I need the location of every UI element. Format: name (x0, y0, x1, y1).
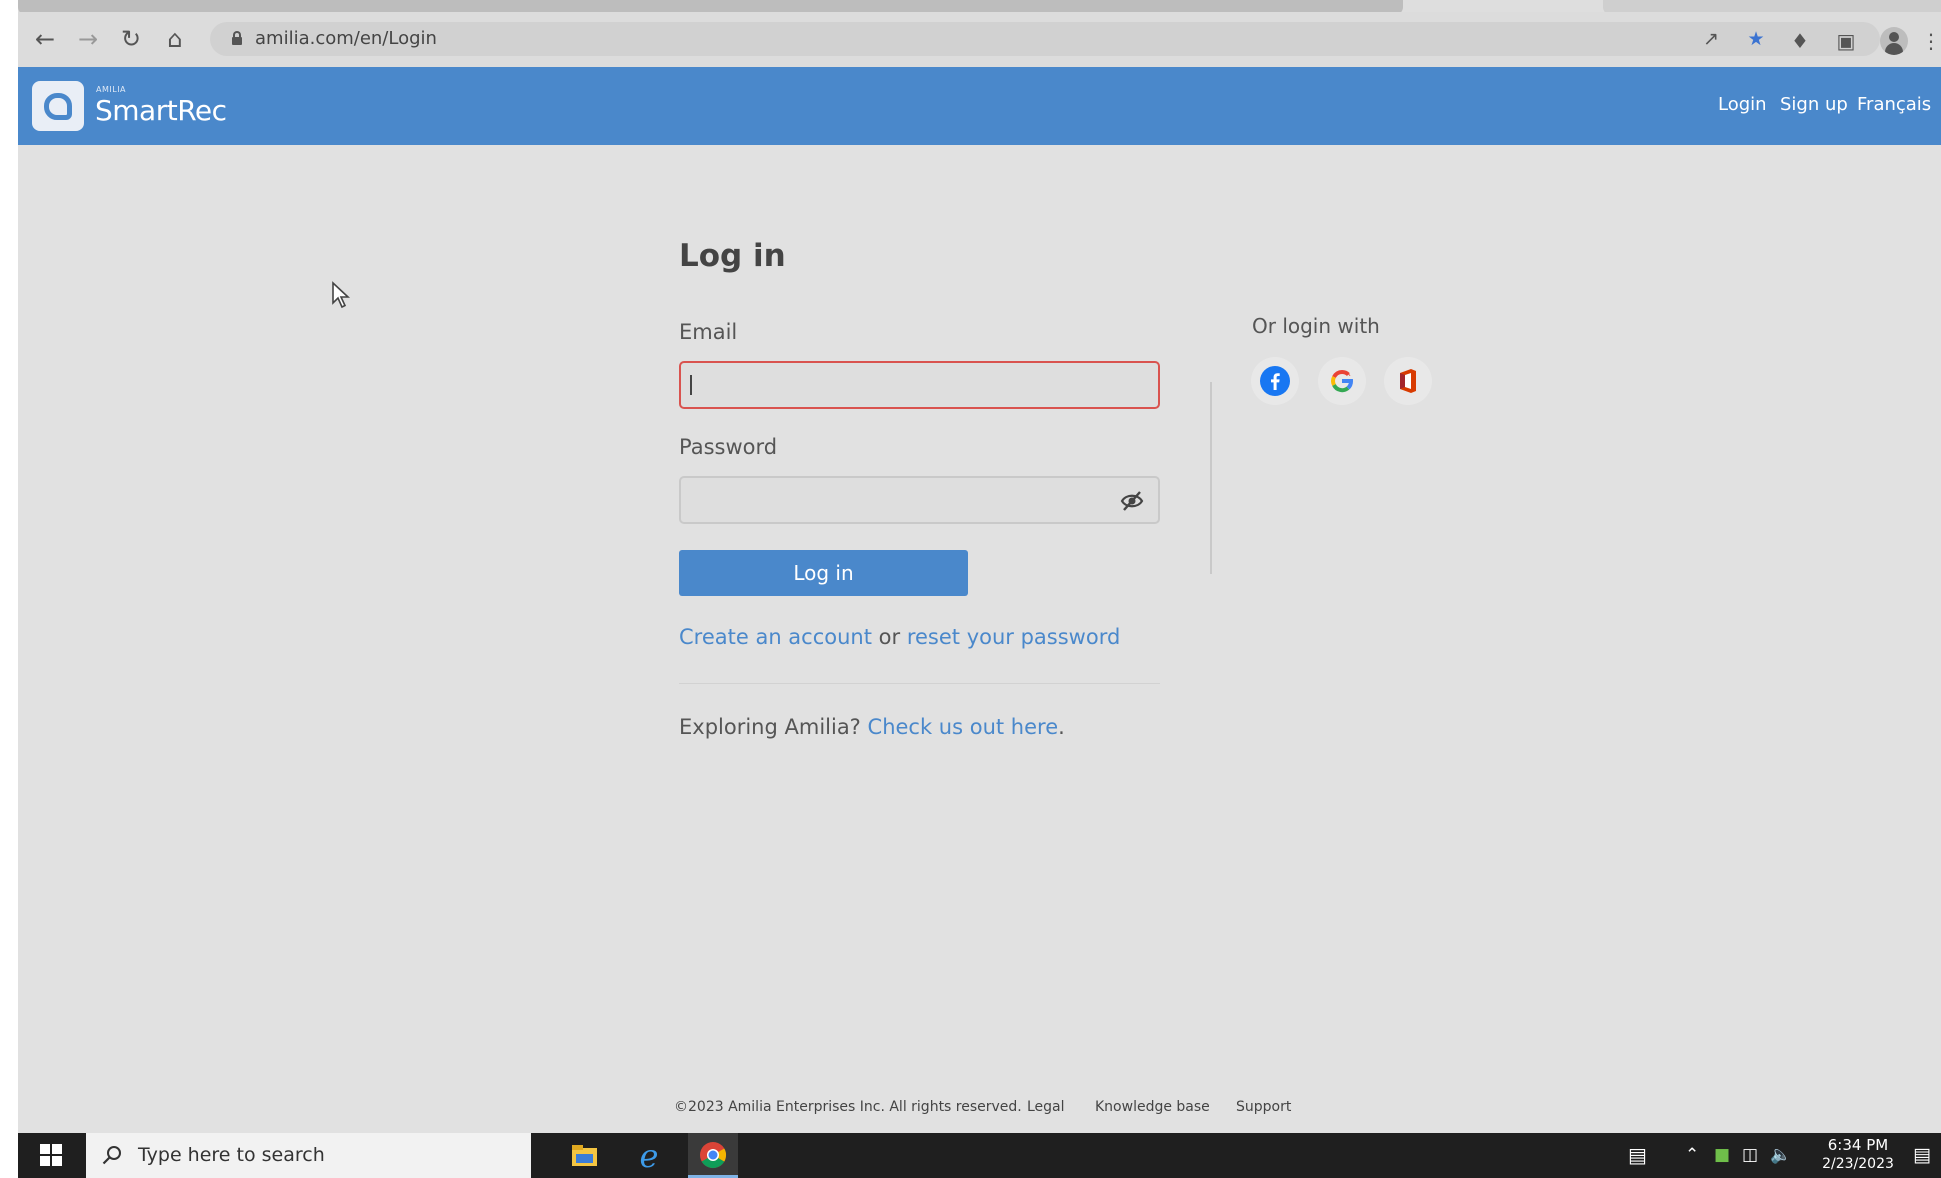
facebook-icon (1260, 366, 1290, 396)
bookmark-star-icon[interactable]: ★ (1745, 28, 1767, 50)
side-panel-icon[interactable]: ▣ (1833, 28, 1859, 54)
divider (679, 683, 1160, 684)
reload-icon[interactable]: ↻ (116, 24, 146, 54)
vertical-divider (1210, 382, 1212, 574)
check-us-out-link[interactable]: Check us out here (868, 715, 1059, 739)
clock-date: 2/23/2023 (1822, 1156, 1894, 1172)
brand-small-text: AMILIA (96, 85, 127, 94)
amilia-logo-icon[interactable] (32, 81, 84, 131)
login-submit-button[interactable]: Log in (679, 550, 968, 596)
support-link[interactable]: Support (1236, 1099, 1291, 1115)
explore-text: Exploring Amilia? (679, 715, 861, 739)
legal-link[interactable]: Legal (1027, 1099, 1065, 1115)
svg-text:e: e (640, 1137, 659, 1175)
header-language-link[interactable]: Français (1857, 94, 1931, 115)
back-icon[interactable]: ← (30, 24, 60, 54)
facebook-login-button[interactable] (1251, 357, 1299, 405)
google-login-button[interactable] (1318, 357, 1366, 405)
profile-icon[interactable] (1880, 27, 1908, 55)
text-caret (690, 375, 692, 395)
explore-row: Exploring Amilia? Check us out here. (679, 715, 1065, 739)
extensions-icon[interactable]: ♦ (1787, 28, 1813, 54)
system-clock[interactable]: 6:34 PM 2/23/2023 (1808, 1136, 1908, 1172)
internet-explorer-icon[interactable]: e (624, 1133, 674, 1178)
or-login-with-label: Or login with (1252, 314, 1380, 338)
search-placeholder: Type here to search (138, 1144, 325, 1166)
google-icon (1331, 370, 1353, 393)
knowledge-base-link[interactable]: Knowledge base (1095, 1099, 1210, 1115)
office-login-button[interactable] (1384, 357, 1432, 405)
or-text: or (878, 625, 901, 649)
browser-toolbar: ← → ↻ ⌂ amilia.com/en/Login ↗ ★ ♦ ▣ ⋮ (18, 12, 1941, 67)
office-icon (1400, 369, 1416, 393)
search-icon (102, 1146, 121, 1165)
news-widget-icon[interactable]: ▤ (1628, 1133, 1647, 1178)
nvidia-tray-icon[interactable]: ■ (1714, 1133, 1730, 1178)
network-icon[interactable]: ◫ (1742, 1133, 1758, 1178)
browser-window: ← → ↻ ⌂ amilia.com/en/Login ↗ ★ ♦ ▣ ⋮ AM… (18, 0, 1941, 1178)
file-explorer-icon[interactable] (559, 1133, 609, 1178)
create-account-link[interactable]: Create an account (679, 625, 872, 649)
reset-password-link[interactable]: reset your password (907, 625, 1120, 649)
account-links: Create an account or reset your password (679, 625, 1120, 649)
chrome-icon[interactable] (688, 1133, 738, 1178)
clock-time: 6:34 PM (1827, 1136, 1889, 1154)
hide-password-eye-icon[interactable] (1120, 490, 1144, 512)
tab-strip (18, 0, 1941, 15)
windows-start-icon[interactable] (40, 1144, 62, 1166)
windows-taskbar: Type here to search e ▤ ⌃ ■ ◫ 🔈 6:34 PM … (18, 1133, 1941, 1178)
share-icon[interactable]: ↗ (1700, 28, 1722, 50)
show-hidden-icons-icon[interactable]: ⌃ (1685, 1133, 1699, 1178)
password-field[interactable] (679, 476, 1160, 524)
header-login-link[interactable]: Login (1718, 94, 1767, 115)
header-signup-link[interactable]: Sign up (1780, 94, 1848, 115)
explore-period: . (1058, 715, 1065, 739)
copyright-text: ©2023 Amilia Enterprises Inc. All rights… (674, 1099, 1022, 1115)
lock-icon (232, 31, 242, 45)
password-label: Password (679, 435, 778, 459)
email-label: Email (679, 320, 738, 344)
taskbar-search-input[interactable]: Type here to search (86, 1133, 531, 1178)
notifications-icon[interactable]: ▤ (1913, 1133, 1931, 1178)
app-header: AMILIA SmartRec Login Sign up Français (18, 67, 1941, 145)
menu-dots-icon[interactable]: ⋮ (1921, 28, 1941, 54)
url-text[interactable]: amilia.com/en/Login (255, 22, 437, 56)
mouse-pointer-icon (332, 281, 351, 309)
page-title: Log in (679, 238, 786, 274)
email-field[interactable] (679, 361, 1160, 409)
brand-name[interactable]: SmartRec (95, 94, 227, 127)
volume-icon[interactable]: 🔈 (1770, 1133, 1791, 1178)
home-icon[interactable]: ⌂ (160, 24, 190, 54)
address-bar[interactable]: amilia.com/en/Login ↗ ★ (210, 22, 1880, 56)
forward-icon[interactable]: → (73, 24, 103, 54)
